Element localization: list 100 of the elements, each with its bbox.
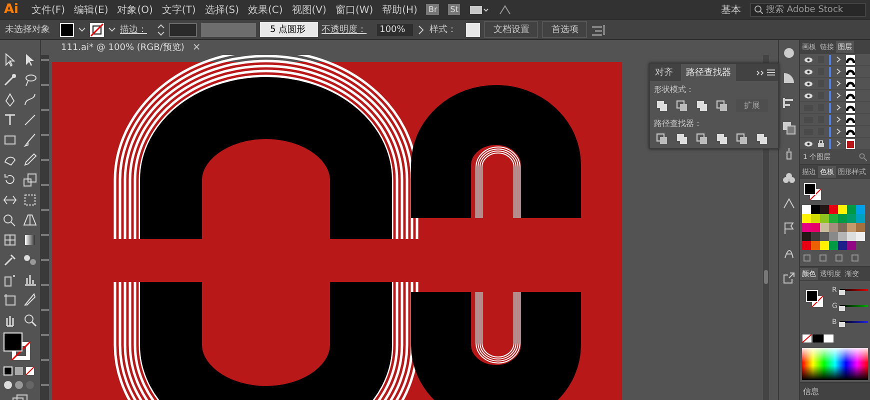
toolbar-button[interactable]: 文档设置 [484, 21, 538, 38]
color-swatch[interactable] [856, 223, 865, 232]
perspective-grid-icon[interactable] [22, 212, 38, 228]
menu-item[interactable]: 对象(O) [117, 2, 153, 16]
color-swatch[interactable] [847, 223, 856, 232]
color-swatch[interactable] [820, 232, 829, 241]
panel-tab[interactable]: 信息 [800, 383, 870, 400]
color-swatch[interactable] [856, 205, 865, 214]
intersect-icon[interactable] [696, 100, 708, 112]
menu-item[interactable]: 视图(V) [292, 2, 326, 16]
menu-item[interactable]: 文字(T) [162, 2, 196, 16]
merge-icon[interactable] [696, 133, 708, 145]
line-segment-icon[interactable] [22, 112, 38, 128]
overlap-squares-icon[interactable] [782, 121, 796, 135]
exclude-icon[interactable] [716, 100, 728, 112]
blend-icon[interactable] [22, 252, 38, 268]
flag-icon[interactable] [782, 221, 796, 235]
color-swatch[interactable] [829, 232, 838, 241]
fill-stroke-icon[interactable] [806, 290, 824, 308]
menu-item[interactable]: 效果(C) [248, 2, 283, 16]
color-swatch[interactable] [820, 205, 829, 214]
eye-icon[interactable] [804, 140, 813, 146]
free-transform-icon[interactable] [22, 192, 38, 208]
color-swatch[interactable] [829, 205, 838, 214]
lock-icon[interactable] [818, 140, 824, 147]
color-spectrum[interactable] [802, 348, 868, 380]
magic-wand-icon[interactable] [2, 72, 18, 88]
panel-tab[interactable]: 对齐 [650, 64, 678, 81]
color-swatch[interactable] [829, 241, 838, 250]
scale-icon[interactable] [22, 172, 38, 188]
brush-dropdown[interactable]: 5 点圆形 [260, 22, 318, 37]
color-swatch[interactable] [802, 214, 811, 223]
color-swatch[interactable] [847, 205, 856, 214]
club-icon[interactable] [782, 171, 796, 185]
color-swatch[interactable] [802, 241, 811, 250]
panel-tab[interactable]: 路径查找器 [681, 64, 736, 81]
fill-stroke-icon[interactable] [804, 183, 822, 201]
chevron-icon[interactable] [417, 24, 426, 34]
menu-icon[interactable] [767, 69, 775, 76]
color-swatch[interactable] [820, 214, 829, 223]
caret-icon[interactable] [108, 26, 116, 32]
menu-item[interactable]: 编辑(E) [74, 2, 108, 16]
color-swatch[interactable] [802, 232, 811, 241]
color-swatch[interactable] [847, 241, 856, 250]
curvature-icon[interactable] [22, 92, 38, 108]
zoom-icon[interactable] [22, 312, 38, 328]
stroke-weight-field[interactable] [169, 22, 197, 36]
slider-thumb[interactable] [838, 322, 845, 327]
pop-out-icon[interactable] [782, 271, 796, 285]
color-swatch[interactable] [838, 232, 847, 241]
bar-graph-icon[interactable] [22, 272, 38, 288]
align-icon[interactable] [591, 24, 608, 36]
divide-icon[interactable] [656, 133, 668, 145]
close-button[interactable]: × [192, 42, 201, 53]
workspace-dropdown[interactable]: 基本 [721, 2, 741, 16]
slider-thumb[interactable] [839, 306, 846, 311]
menu-item[interactable]: 选择(S) [204, 2, 239, 16]
unite-icon[interactable] [656, 100, 668, 112]
color-swatch[interactable] [838, 205, 847, 214]
color-swatch[interactable] [820, 241, 829, 250]
align-left-icon[interactable] [782, 96, 796, 110]
slider-thumb[interactable] [838, 290, 845, 295]
color-swatch[interactable] [847, 214, 856, 223]
eye-icon[interactable] [804, 68, 813, 74]
eye-icon[interactable] [804, 56, 813, 62]
color-swatch[interactable] [820, 223, 829, 232]
outline-icon[interactable] [736, 133, 748, 145]
color-swatch[interactable] [802, 205, 811, 214]
menu-item[interactable]: 窗口(W) [335, 2, 374, 16]
paintbrush-icon[interactable] [22, 132, 38, 148]
color-swatch[interactable] [856, 214, 865, 223]
color-swatch[interactable] [829, 214, 838, 223]
trim-icon[interactable] [676, 133, 688, 145]
search-icon[interactable] [859, 153, 867, 161]
color-mode-icon[interactable] [3, 366, 37, 376]
color-swatch[interactable] [811, 205, 820, 214]
stroke-swatch[interactable] [90, 22, 104, 36]
pencil-icon[interactable] [22, 152, 38, 168]
eye-icon[interactable] [804, 92, 813, 98]
opacity-field[interactable]: 100% [376, 24, 414, 36]
stepper-icon[interactable] [157, 24, 165, 36]
menu-item[interactable]: 帮助(H) [382, 2, 418, 16]
eyedropper-icon[interactable] [2, 252, 18, 268]
fill-swatch[interactable] [60, 22, 74, 36]
gradient-icon[interactable] [22, 232, 38, 248]
menu-item[interactable]: 文件(F) [32, 2, 66, 16]
color-swatch[interactable] [811, 241, 820, 250]
eye-icon[interactable] [804, 80, 813, 86]
color-swatch[interactable] [847, 232, 856, 241]
style-swatch[interactable] [466, 22, 480, 36]
type-icon[interactable] [2, 112, 18, 128]
default-swatches[interactable] [802, 334, 834, 343]
crop-icon[interactable] [716, 133, 728, 145]
color-swatch[interactable] [811, 232, 820, 241]
mesh-icon[interactable] [2, 232, 18, 248]
minus-front-icon[interactable] [676, 100, 688, 112]
minus-back-icon[interactable] [756, 133, 768, 145]
color-swatch[interactable] [811, 223, 820, 232]
color-swatch[interactable] [838, 223, 847, 232]
sun-icon[interactable] [782, 46, 796, 60]
